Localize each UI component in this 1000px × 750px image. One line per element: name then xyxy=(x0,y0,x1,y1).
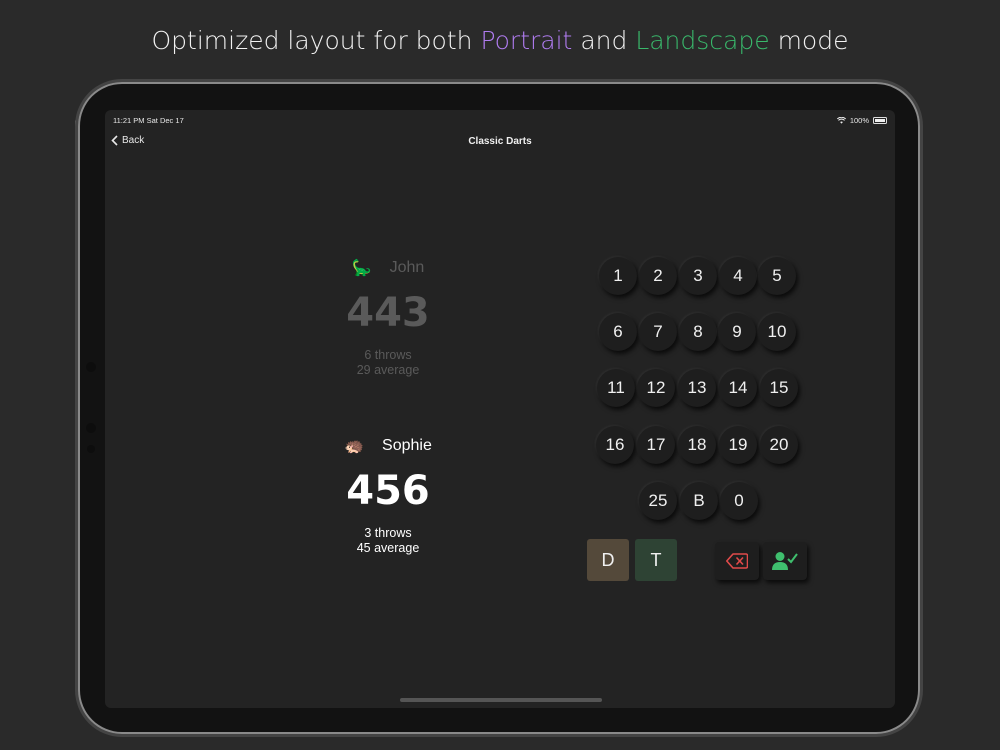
wifi-icon xyxy=(836,117,846,124)
player-score: 443 xyxy=(346,290,430,336)
key-bull[interactable]: B xyxy=(680,482,718,520)
triple-button[interactable]: T xyxy=(635,539,677,581)
key-20[interactable]: 20 xyxy=(760,426,798,464)
player-score: 456 xyxy=(346,468,430,514)
hedgehog-icon: 🦔 xyxy=(344,438,365,455)
landscape-word: Landscape xyxy=(635,26,770,55)
key-25[interactable]: 25 xyxy=(639,482,677,520)
player-name: John xyxy=(389,259,425,276)
player-card-sophie: 🦔 Sophie 456 3 throws 45 average xyxy=(288,436,488,556)
camera-dot xyxy=(86,423,96,433)
key-17[interactable]: 17 xyxy=(637,426,675,464)
key-9[interactable]: 9 xyxy=(718,313,756,351)
key-3[interactable]: 3 xyxy=(679,257,717,295)
key-7[interactable]: 7 xyxy=(639,313,677,351)
key-5[interactable]: 5 xyxy=(758,257,796,295)
battery-percent: 100% xyxy=(849,116,869,125)
portrait-word: Portrait xyxy=(480,26,573,55)
key-10[interactable]: 10 xyxy=(758,313,796,351)
camera-dot xyxy=(87,445,95,453)
player-throws: 3 throws xyxy=(364,526,412,540)
key-16[interactable]: 16 xyxy=(596,426,634,464)
key-6[interactable]: 6 xyxy=(599,313,637,351)
player-average: 29 average xyxy=(356,363,420,377)
next-player-button[interactable] xyxy=(763,542,807,580)
key-12[interactable]: 12 xyxy=(637,369,675,407)
key-13[interactable]: 13 xyxy=(678,369,716,407)
player-name: Sophie xyxy=(382,437,432,454)
user-check-icon xyxy=(772,552,798,570)
app-screen: 11:21 PM Sat Dec 17 100% Back Classic Da… xyxy=(105,110,895,708)
double-button[interactable]: D xyxy=(587,539,629,581)
key-19[interactable]: 19 xyxy=(719,426,757,464)
key-4[interactable]: 4 xyxy=(719,257,757,295)
delete-button[interactable] xyxy=(715,542,759,580)
key-14[interactable]: 14 xyxy=(719,369,757,407)
player-card-john: 🦕 John 443 6 throws 29 average xyxy=(288,258,488,378)
key-1[interactable]: 1 xyxy=(599,257,637,295)
dinosaur-icon: 🦕 xyxy=(351,260,372,277)
key-0[interactable]: 0 xyxy=(720,482,758,520)
backspace-icon xyxy=(726,553,748,569)
key-15[interactable]: 15 xyxy=(760,369,798,407)
player-average: 45 average xyxy=(356,541,420,555)
status-time: 11:21 PM Sat Dec 17 xyxy=(113,116,184,125)
home-indicator xyxy=(400,698,602,702)
key-11[interactable]: 11 xyxy=(597,369,635,407)
headline: Optimized layout for both Portrait and L… xyxy=(151,26,849,55)
status-right: 100% xyxy=(836,116,887,125)
key-2[interactable]: 2 xyxy=(639,257,677,295)
page-title: Classic Darts xyxy=(468,136,532,147)
key-18[interactable]: 18 xyxy=(678,426,716,464)
battery-icon xyxy=(873,117,887,124)
player-throws: 6 throws xyxy=(364,348,412,362)
camera-dot xyxy=(86,362,96,372)
key-8[interactable]: 8 xyxy=(679,313,717,351)
